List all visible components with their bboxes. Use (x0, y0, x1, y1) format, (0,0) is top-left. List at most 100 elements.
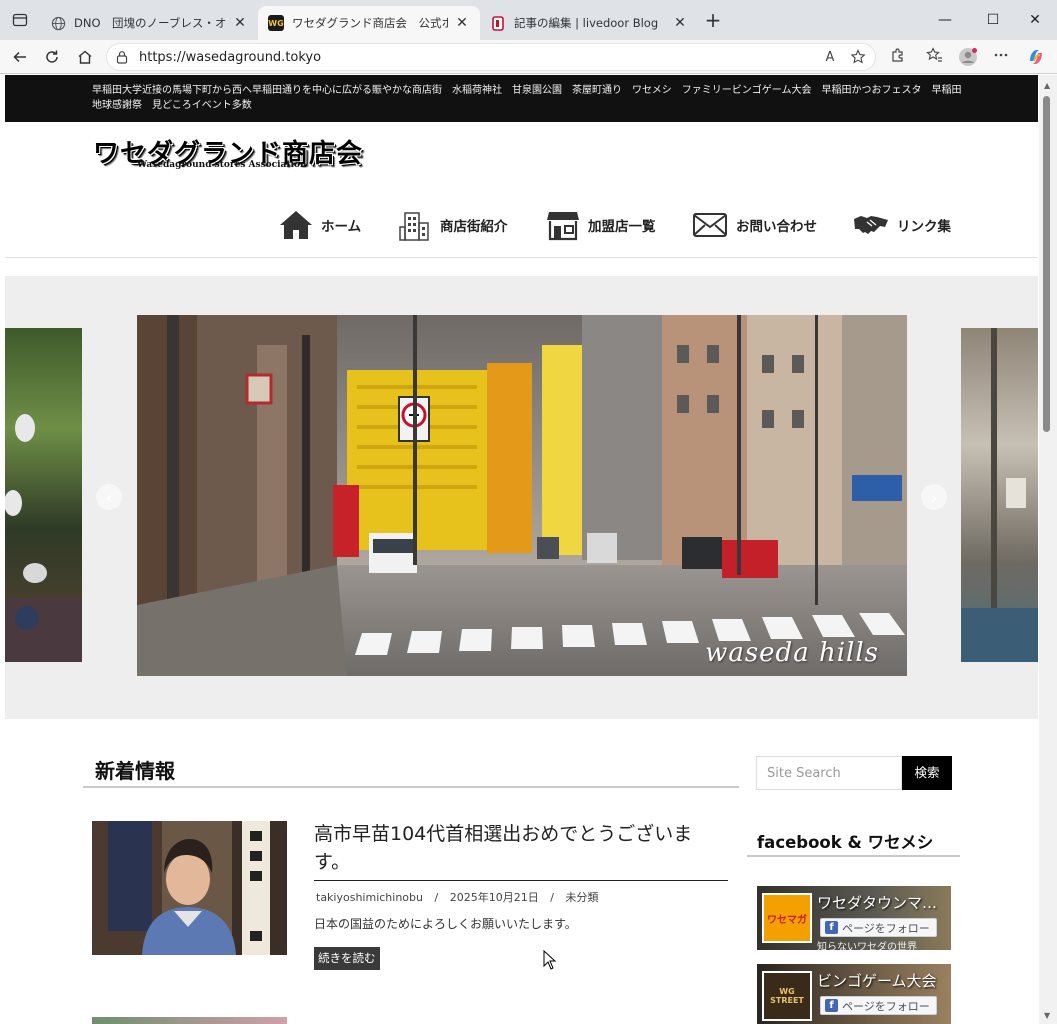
web-page: 早稲田大学近接の馬場下町から西へ早稲田通りを中心に広がる賑やかな商店街 水稲荷神… (5, 75, 1038, 1024)
new-tab-button[interactable]: + (702, 9, 724, 31)
post-category[interactable]: 未分類 (565, 891, 598, 904)
fb-page-name[interactable]: ワセダタウンマガジン (817, 892, 947, 913)
facebook-heading-divider (747, 855, 960, 857)
globe-icon (50, 15, 66, 31)
scrollbar-thumb[interactable] (1043, 96, 1050, 432)
lock-icon[interactable] (115, 50, 129, 64)
tab-dno[interactable]: DNO 団塊のノーブレス・オブリージュ ✕ (40, 6, 258, 40)
scroll-up-icon[interactable]: ▲ (1044, 81, 1050, 90)
page-scrollbar[interactable]: ▲ ▼ (1039, 75, 1057, 1024)
fb-page-avatar[interactable]: WG STREET (762, 971, 812, 1021)
nav-label: 商店街紹介 (440, 219, 508, 235)
ellipsis-icon (994, 53, 1008, 57)
favorite-star-icon[interactable] (849, 49, 867, 67)
address-bar[interactable]: https://wasedaground.tokyo A (106, 43, 876, 71)
slider-next-button[interactable]: › (921, 484, 947, 510)
close-tab-icon[interactable]: ✕ (232, 15, 248, 31)
back-button[interactable] (8, 45, 32, 69)
logo-subtitle: Wasedaground stores Association (137, 160, 307, 170)
hero-slider: waseda hills ‹ › (5, 276, 1038, 719)
refresh-button[interactable] (40, 45, 64, 69)
fb-follow-button[interactable]: f ページをフォロー (820, 918, 937, 937)
site-search-form: 検索 (756, 756, 952, 790)
copilot-button[interactable] (1025, 47, 1047, 69)
home-button[interactable] (73, 45, 97, 69)
fb-page-card[interactable]: ワセマガ ワセダタウンマガジン f ページをフォロー 知らないワセダの世界 (757, 886, 951, 950)
fb-follow-label: ページをフォロー (842, 999, 930, 1013)
post-thumbnail[interactable] (92, 821, 287, 955)
close-tab-icon[interactable]: ✕ (454, 15, 470, 31)
site-top-strip: 早稲田大学近接の馬場下町から西へ早稲田通りを中心に広がる賑やかな商店街 水稲荷神… (5, 75, 1038, 122)
favorites-button[interactable] (923, 47, 945, 69)
minimize-button[interactable]: — (922, 0, 968, 40)
next-post-thumbnail[interactable] (92, 1017, 287, 1024)
read-aloud-icon[interactable]: A (821, 49, 839, 67)
site-search-input[interactable] (756, 756, 902, 790)
facebook-icon: f (825, 999, 838, 1012)
slide-street-photo[interactable]: waseda hills (137, 315, 907, 676)
profile-avatar[interactable] (957, 47, 979, 69)
shop-icon (547, 212, 579, 241)
nav-divider (5, 257, 1038, 258)
more-options-button[interactable] (990, 47, 1012, 69)
post-meta: takiyoshimichinobu / 2025年10月21日 / 未分類 (316, 889, 598, 905)
nav-home[interactable]: ホーム (279, 203, 361, 247)
close-window-button[interactable]: ✕ (1012, 0, 1057, 40)
livedoor-favicon-icon (490, 15, 506, 31)
arrow-left-icon (13, 51, 26, 63)
site-logo[interactable]: ワセダグランド商店会 Wasedaground stores Associati… (93, 133, 363, 173)
extensions-button[interactable] (887, 47, 909, 69)
maximize-button[interactable]: ☐ (970, 0, 1016, 40)
fb-page-card[interactable]: WG STREET ビンゴゲーム大会 f ページをフォロー (757, 964, 951, 1024)
fb-page-tagline: 知らないワセダの世界 (817, 942, 917, 950)
read-more-button[interactable]: 続きを読む (314, 947, 380, 970)
copilot-icon (1030, 50, 1042, 64)
handshake-icon (854, 216, 888, 234)
fb-follow-label: ページをフォロー (842, 921, 930, 935)
fb-page-avatar[interactable]: ワセマガ (762, 893, 812, 943)
scroll-down-icon[interactable]: ▼ (1044, 1011, 1050, 1020)
envelope-icon (693, 213, 727, 237)
tab-title: 記事の編集 | livedoor Blog (514, 16, 659, 30)
post-date[interactable]: 2025年10月21日 (450, 891, 539, 904)
nav-about[interactable]: 商店街紹介 (398, 203, 508, 247)
slide-caption: waseda hills (705, 638, 879, 668)
meta-separator: / (434, 891, 439, 904)
nav-contact[interactable]: お問い合わせ (692, 203, 817, 247)
site-favicon-icon: WG (268, 15, 284, 31)
slider-prev-button[interactable]: ‹ (96, 484, 122, 510)
site-tagline: 早稲田大学近接の馬場下町から西へ早稲田通りを中心に広がる賑やかな商店街 水稲荷神… (92, 85, 962, 111)
home-icon (78, 50, 92, 64)
post-author[interactable]: takiyoshimichinobu (316, 891, 423, 904)
tab-title: DNO 団塊のノーブレス・オブリージュ (74, 16, 226, 30)
slide-next-image (961, 328, 1038, 662)
nav-label: ホーム (321, 219, 362, 235)
nav-label: リンク集 (897, 219, 951, 235)
mouse-cursor-icon (543, 950, 557, 970)
home-icon (280, 211, 312, 239)
slide-previous-image (5, 328, 82, 662)
building-icon (399, 212, 429, 241)
post-excerpt: 日本の国益のためによろしくお願いいたします。 (314, 917, 577, 931)
browser-tab-bar: DNO 団塊のノーブレス・オブリージュ ✕ WG ワセダグランド商店会 公式ホー… (0, 0, 1057, 40)
nav-members[interactable]: 加盟店一覧 (546, 203, 656, 247)
avatar-icon (959, 48, 977, 66)
nav-links[interactable]: リンク集 (853, 203, 951, 247)
fb-page-name[interactable]: ビンゴゲーム大会 (817, 970, 947, 991)
nav-label: お問い合わせ (736, 219, 817, 235)
close-tab-icon[interactable]: ✕ (672, 15, 688, 31)
tab-wasedaground[interactable]: WG ワセダグランド商店会 公式ホームページ ✕ (258, 6, 480, 40)
tab-title: ワセダグランド商店会 公式ホームページ (292, 16, 448, 30)
nav-label: 加盟店一覧 (588, 219, 656, 235)
meta-separator: / (550, 891, 554, 904)
post-title-link[interactable]: 高市早苗104代首相選出おめでとうございます。 (314, 820, 728, 881)
facebook-heading: facebook & ワセメシ (757, 833, 934, 852)
fb-follow-button[interactable]: f ページをフォロー (820, 996, 937, 1015)
tab-actions-button[interactable] (6, 8, 34, 32)
favorites-list-icon (925, 47, 942, 62)
tab-livedoor[interactable]: 記事の編集 | livedoor Blog ✕ (480, 6, 698, 40)
url-text[interactable]: https://wasedaground.tokyo (139, 50, 321, 65)
refresh-icon (46, 50, 58, 63)
search-button[interactable]: 検索 (902, 756, 952, 790)
news-heading: 新着情報 (95, 759, 175, 783)
